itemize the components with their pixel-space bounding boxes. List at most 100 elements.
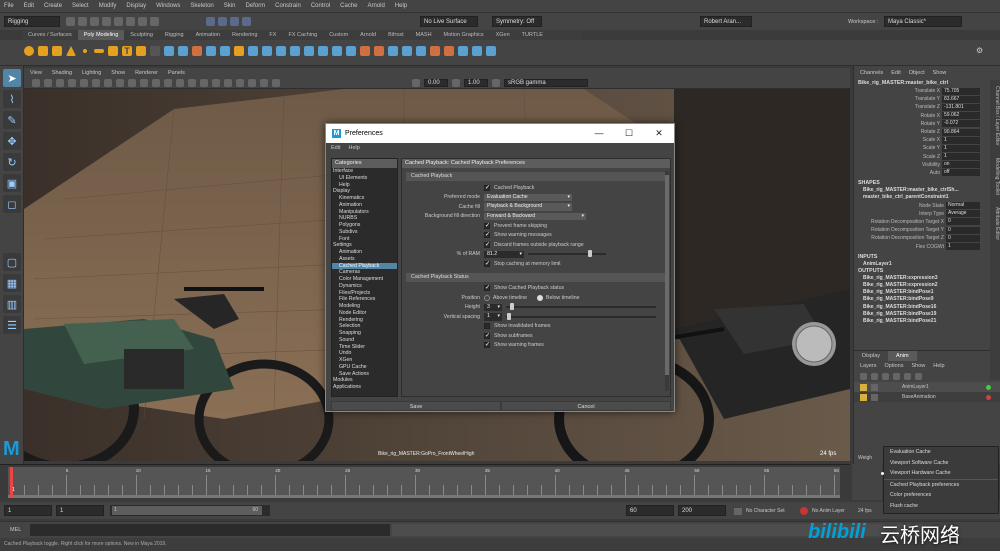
constraint-attr-value[interactable]: Average [946, 210, 980, 218]
shelf-tab[interactable]: TURTLE [516, 30, 549, 40]
save-scene-icon[interactable] [90, 17, 99, 26]
insert-edge-loop-icon[interactable] [332, 46, 342, 56]
exposure-icon[interactable] [412, 79, 420, 87]
layer-down-icon[interactable] [871, 373, 878, 380]
layer-editor-tab[interactable]: Display [854, 351, 888, 361]
category-item[interactable]: File References [332, 296, 397, 303]
category-item[interactable]: Dynamics [332, 283, 397, 290]
layer-row[interactable]: AnimLayer1 [854, 382, 1000, 392]
bevel-icon[interactable] [248, 46, 258, 56]
outliner-icon[interactable]: ☰ [3, 316, 21, 334]
motion-blur-icon[interactable] [212, 79, 220, 87]
time-slider[interactable]: 151015202530354045505560 1 [0, 464, 850, 500]
category-item[interactable]: Selection [332, 323, 397, 330]
category-item[interactable]: Modeling [332, 303, 397, 310]
grid-icon[interactable] [80, 79, 88, 87]
poly-cube-icon[interactable] [38, 46, 48, 56]
channel-box-menu-item[interactable]: Show [933, 70, 947, 76]
category-item[interactable]: Font [332, 236, 397, 243]
menu-skin[interactable]: Skin [224, 3, 236, 9]
category-item[interactable]: Animation [332, 249, 397, 256]
layer-editor-menu-item[interactable]: Show [911, 363, 925, 369]
channel-value[interactable]: 1 [942, 144, 980, 152]
constraint-attr-value[interactable]: Normal [946, 202, 980, 210]
quad-draw-icon[interactable] [318, 46, 328, 56]
channel-value[interactable]: 1 [942, 153, 980, 161]
film-gate-icon[interactable] [92, 79, 100, 87]
output-node[interactable]: Bike_rig_MASTER:bindPose19 [854, 311, 1000, 318]
shelf-tab[interactable]: MASH [410, 30, 438, 40]
select-component-icon[interactable] [150, 17, 159, 26]
move-tool-icon[interactable]: ✥ [3, 132, 21, 150]
layer-row[interactable]: BaseAnimation [854, 392, 1000, 402]
preferences-menu-item[interactable]: Edit [331, 145, 340, 151]
ram-slider[interactable] [528, 250, 606, 258]
target-weld-icon[interactable] [290, 46, 300, 56]
input-node[interactable]: AnimLayer1 [854, 261, 1000, 268]
category-item[interactable]: Help [332, 182, 397, 189]
category-item[interactable]: Rendering [332, 317, 397, 324]
menu-deform[interactable]: Deform [245, 3, 265, 9]
anti-aliasing-icon[interactable] [224, 79, 232, 87]
menu-cache[interactable]: Cache [340, 3, 357, 9]
camera-select-icon[interactable] [32, 79, 40, 87]
show-subframes-checkbox[interactable]: ✓ [484, 332, 490, 339]
height-field[interactable]: 3 [484, 303, 502, 311]
preferences-menu-item[interactable]: Help [348, 145, 359, 151]
scale-tool-icon[interactable]: ▣ [3, 174, 21, 192]
cache-fill-dropdown[interactable]: Playback & Background [484, 203, 572, 211]
reduce-icon[interactable] [388, 46, 398, 56]
shelf-tab[interactable]: Arnold [354, 30, 382, 40]
scene-start-field[interactable]: 1 [4, 505, 52, 516]
channel-row[interactable]: Translate Y 83.667 [854, 95, 1000, 103]
constraint-attr-value[interactable]: 0 [946, 218, 980, 226]
shelf-tab[interactable]: Curves / Surfaces [22, 30, 78, 40]
category-item[interactable]: Undo [332, 350, 397, 357]
layer-editor-menu-item[interactable]: Help [933, 363, 944, 369]
channel-row[interactable]: Scale Z1 [854, 153, 1000, 161]
shelf-tab[interactable]: Bifrost [382, 30, 410, 40]
new-layer-selected-icon[interactable] [904, 373, 911, 380]
menu-modify[interactable]: Modify [99, 3, 117, 9]
panel-menu-item[interactable]: Shading [52, 70, 72, 76]
layer-editor-menu-item[interactable]: Layers [860, 363, 877, 369]
side-tab[interactable]: Channel Box / Layer Editor [994, 80, 1000, 152]
gamma-icon[interactable] [452, 79, 460, 87]
shape-node[interactable]: master_bike_ctrl_parentConstraint1 [854, 194, 1000, 201]
vspacing-slider[interactable] [506, 312, 656, 320]
sculpt-icon[interactable] [472, 46, 482, 56]
xray-icon[interactable] [248, 79, 256, 87]
constraint-attr-row[interactable]: Interp Type Average [854, 210, 1000, 218]
context-menu-item[interactable]: Evaluation Cache [884, 447, 998, 458]
output-node[interactable]: Bike_rig_MASTER:expression3 [854, 275, 1000, 282]
channel-row[interactable]: Rotate Z 90.864 [854, 128, 1000, 136]
resolution-gate-icon[interactable] [104, 79, 112, 87]
shelf-tab[interactable]: Rendering [226, 30, 263, 40]
menu-create[interactable]: Create [44, 3, 62, 9]
channel-row[interactable]: Translate X 75.705 [854, 87, 1000, 95]
new-scene-icon[interactable] [66, 17, 75, 26]
content-scrollbar-thumb[interactable] [665, 175, 669, 375]
anim-layer-label[interactable]: No Anim Layer [812, 508, 845, 514]
lasso-tool-icon[interactable]: ⌇ [3, 90, 21, 108]
redo-icon[interactable] [114, 17, 123, 26]
below-timeline-radio[interactable] [537, 294, 544, 301]
channel-row[interactable]: Rotate X 59.062 [854, 112, 1000, 120]
ambient-occlusion-icon[interactable] [200, 79, 208, 87]
color-management-icon[interactable] [492, 79, 500, 87]
category-item[interactable]: Settings [332, 242, 397, 249]
constraint-attr-value[interactable]: 0 [946, 226, 980, 234]
playback-fps[interactable]: 24 fps [858, 508, 872, 514]
workspace-dropdown[interactable]: Maya Classic* [884, 16, 962, 27]
uv-editor-icon[interactable] [360, 46, 370, 56]
poly-torus-icon[interactable] [80, 46, 90, 56]
category-item[interactable]: Save Actions [332, 371, 397, 378]
cancel-button[interactable]: Cancel [501, 401, 671, 411]
category-item[interactable]: Polygons [332, 222, 397, 229]
channel-row[interactable]: Scale X1 [854, 136, 1000, 144]
snap-point-icon[interactable] [230, 17, 239, 26]
channel-value[interactable]: -131.801 [942, 103, 980, 111]
xray-active-icon[interactable] [272, 79, 280, 87]
menu-windows[interactable]: Windows [156, 3, 180, 9]
xray-joints-icon[interactable] [260, 79, 268, 87]
